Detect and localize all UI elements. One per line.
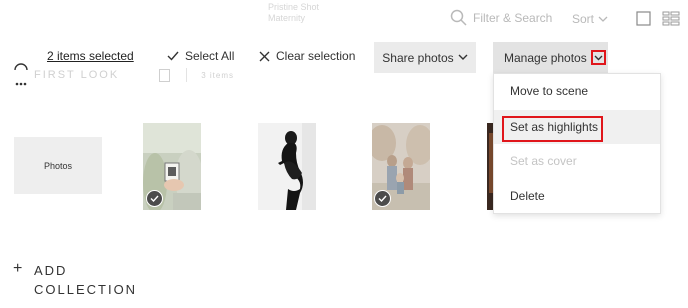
manage-photos-button[interactable]: Manage photos [493,42,608,73]
sort-dropdown[interactable]: Sort [572,12,608,26]
chevron-down-icon [594,55,603,60]
search-placeholder: Filter & Search [473,10,553,25]
add-collection-line1: ADD [34,263,68,278]
add-collection-line2: COLLECTION [34,282,138,297]
photo-thumbnail[interactable] [372,123,430,210]
checkmark-icon [150,195,159,202]
share-photos-label: Share photos [382,50,454,65]
view-toggle [636,11,680,27]
menu-item-label: Move to scene [510,84,589,98]
photo-image [258,123,316,210]
add-collection-button[interactable]: + ADD COLLECTION [13,260,138,299]
selection-toolbar: 2 items selected Select All Clear select… [0,40,688,75]
photos-scene-tile[interactable]: Photos [14,137,102,194]
photo-thumbnail[interactable] [258,123,316,210]
photos-tile-label: Photos [43,160,73,171]
clear-selection-button[interactable]: Clear selection [259,49,355,63]
grid-view-icon[interactable] [636,11,652,27]
sort-label: Sort [572,12,595,26]
items-selected-count[interactable]: 2 items selected [47,49,134,63]
select-all-button[interactable]: Select All [167,49,234,63]
select-all-label: Select All [185,49,235,63]
manage-photos-menu: Move to scene Set as highlights Set as c… [493,73,661,214]
list-view-icon[interactable] [662,11,680,27]
selected-check-badge[interactable] [146,190,163,207]
gallery-name-line2: Maternity [268,13,306,23]
search-box[interactable]: Filter & Search [450,9,552,26]
checkmark-icon [378,195,387,202]
search-icon [450,9,467,26]
plus-icon: + [13,260,25,277]
manage-photos-label: Manage photos [504,50,587,65]
gallery-name-faint: Pristine Shot Maternity [268,2,319,24]
highlight-annotation-box [502,116,603,142]
menu-item-set-as-cover: Set as cover [494,144,660,178]
close-icon [259,51,270,61]
menu-item-label: Delete [510,189,545,203]
share-photos-button[interactable]: Share photos [374,42,476,73]
gallery-name-line1: Pristine Shot [268,2,320,12]
photo-thumbnail[interactable] [143,123,201,210]
chevron-down-icon [598,16,608,22]
menu-item-label: Set as cover [510,154,577,168]
clear-selection-label: Clear selection [276,49,356,63]
menu-item-move-to-scene[interactable]: Move to scene [494,74,660,108]
chevron-down-icon [458,54,468,60]
checkmark-icon [167,51,179,61]
manage-photos-chevron[interactable] [590,50,606,65]
selected-check-badge[interactable] [374,190,391,207]
menu-item-delete[interactable]: Delete [494,179,660,213]
